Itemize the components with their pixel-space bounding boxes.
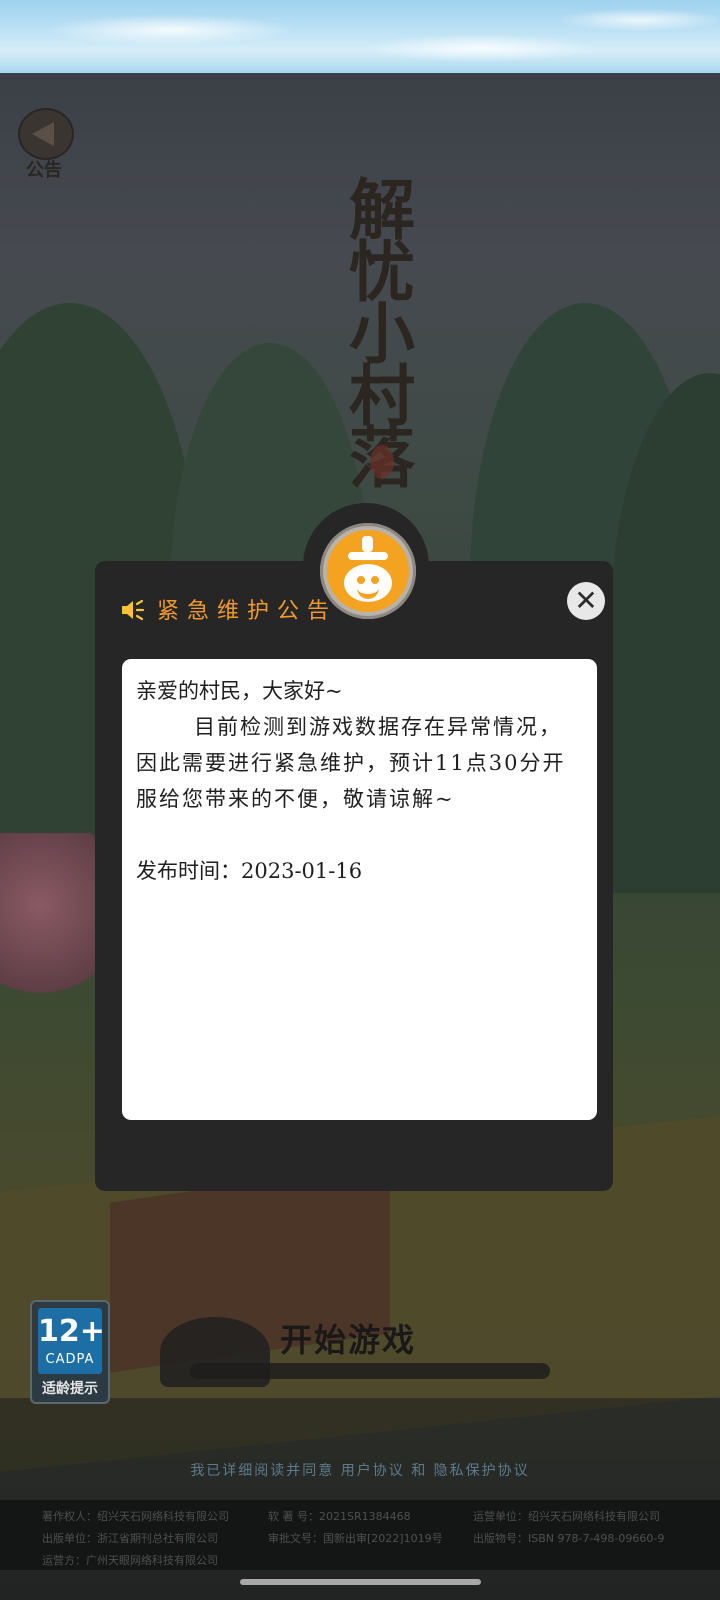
operator-info: 运营单位：绍兴天石网络科技有限公司 [473,1510,660,1523]
logo-seal [370,445,394,479]
license-info: 审批文号：国新出审[2022]1019号 [268,1532,443,1545]
agreement-line: 我已详细阅读并同意 用户协议 和 隐私保护协议 [0,1460,720,1480]
game-logo: 解忧小村落 [338,175,416,485]
notice-content: 亲爱的村民，大家好~ 目前检测到游戏数据存在异常情况，因此需要进行紧急维护，预计… [122,659,597,1120]
privacy-policy-link[interactable]: 隐私保护协议 [434,1463,530,1479]
start-game-label: 开始游戏 [280,1321,417,1359]
user-agreement-link[interactable]: 用户协议 [341,1463,405,1479]
agreement-conjunction: 和 [411,1463,428,1479]
age-rating-hint: 适龄提示 [42,1381,98,1397]
notice-publish-time: 发布时间：2023-01-16 [136,859,363,883]
notice-paragraph: 目前检测到游戏数据存在异常情况，因此需要进行紧急维护，预计11点30分开服给您带… [136,715,566,811]
dialog-title: 紧急维护公告 [157,599,338,624]
age-rating-number: 12+ [38,1314,105,1349]
software-copyright-no: 软 著 号：2021SR1384468 [268,1510,411,1523]
copyright-holder: 著作权人：绍兴天石网络科技有限公司 [42,1510,229,1523]
speaker-icon [122,599,145,621]
megaphone-icon [18,108,74,160]
blossom-tree [0,833,100,1013]
copyright-footer: 著作权人：绍兴天石网络科技有限公司 软 著 号：2021SR1384468 运营… [0,1500,720,1570]
ink-swoosh [190,1363,550,1379]
supervisor-info: 运营方：广州天眼网络科技有限公司 [42,1554,218,1567]
close-button[interactable]: ✕ [567,582,605,620]
agreement-prefix: 我已详细阅读并同意 [190,1463,335,1479]
close-icon: ✕ [574,584,598,617]
notice-greeting: 亲爱的村民，大家好~ [136,679,343,703]
publisher-info: 出版单位：浙江省期刊总社有限公司 [42,1532,218,1545]
age-rating-badge[interactable]: 12+ CADPA 适龄提示 [30,1300,110,1404]
isbn-info: 出版物号：ISBN 978-7-498-09660-9 [473,1532,665,1545]
age-rating-org: CADPA [45,1352,95,1367]
orange-mascot-icon [327,530,409,612]
age-rating-panel: 12+ CADPA [38,1308,105,1374]
notice-button[interactable]: 公告 [18,108,76,184]
start-game-button[interactable]: 开始游戏 [150,1305,550,1395]
sky-strip [0,0,720,73]
home-indicator[interactable] [240,1579,481,1585]
